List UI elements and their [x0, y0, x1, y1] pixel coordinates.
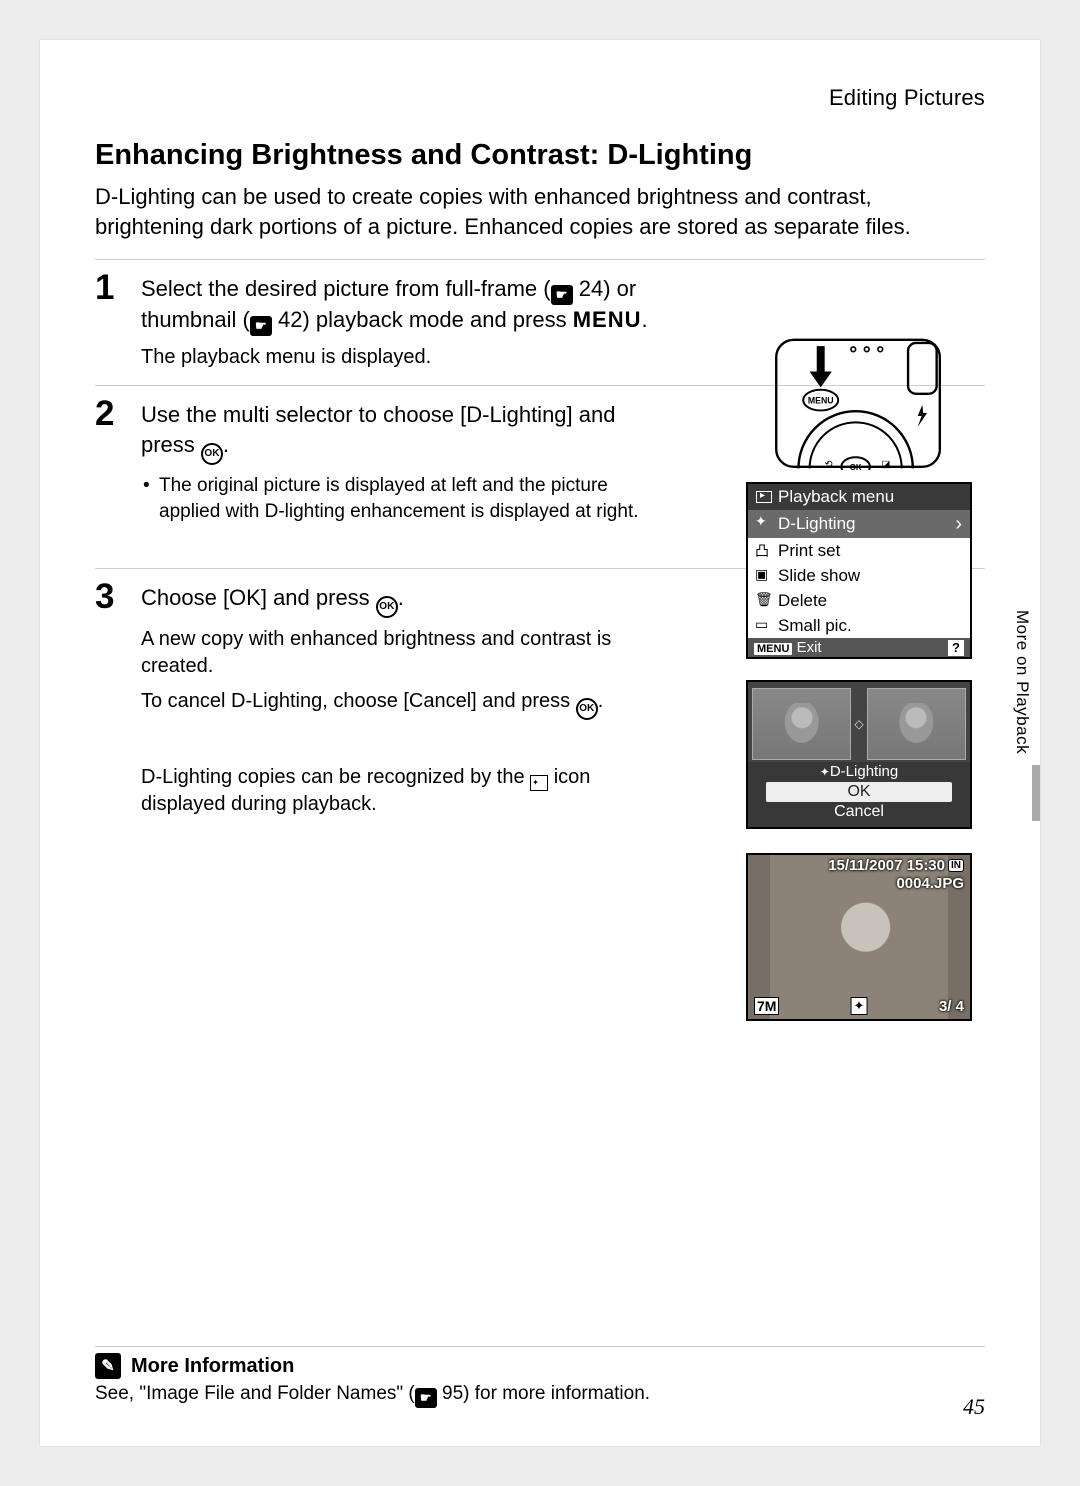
menu-item-icon: ▭	[755, 616, 768, 633]
more-information-section: ✎ More Information See, "Image File and …	[95, 1346, 985, 1408]
exit-label: Exit	[797, 639, 822, 656]
preview-label: ✦D-Lighting	[748, 762, 970, 782]
step-body: Choose [OK] and press . A new copy with …	[141, 579, 651, 826]
ref-number: 24	[579, 276, 603, 301]
text: Select the desired picture from full-fra…	[141, 276, 551, 301]
playback-menu-screenshot: Playback menu ✦ D-Lighting › 凸 Print set ▣ Sli…	[746, 482, 972, 659]
chevron-right-icon: ›	[955, 513, 962, 536]
preview-ok-option: OK	[766, 782, 952, 802]
enhanced-thumb	[867, 688, 966, 760]
menu-item-label: Slide show	[778, 566, 860, 586]
info-icon: ✎	[95, 1353, 121, 1379]
playback-date: 15/11/2007 15:30IN	[828, 857, 964, 874]
ok-button-icon	[376, 596, 398, 618]
step-body: Use the multi selector to choose [D-Ligh…	[141, 396, 651, 531]
menu-item-label: D-Lighting	[778, 514, 856, 534]
dlighting-badge: ✦	[851, 997, 868, 1015]
ok-button-icon	[576, 698, 598, 720]
text: See, "Image File and Folder Names" (	[95, 1383, 415, 1404]
text: To cancel D-Lighting, choose [Cancel] an…	[141, 690, 576, 712]
ok-button-icon	[201, 443, 223, 465]
menu-item-label: Small pic.	[778, 616, 852, 636]
menu-item-icon: ✦	[755, 513, 767, 530]
svg-text:◪: ◪	[881, 459, 890, 470]
svg-text:OK: OK	[850, 463, 862, 470]
text: .	[642, 307, 648, 332]
section-header: Editing Pictures	[95, 85, 985, 111]
arrow-icon: ◇	[854, 717, 863, 731]
manual-page: Editing Pictures Enhancing Brightness an…	[40, 40, 1040, 1446]
step-heading: Choose [OK] and press .	[141, 583, 651, 618]
image-size-badge: 7M	[754, 997, 779, 1015]
in-badge: IN	[948, 859, 964, 872]
menu-exit-bar: MENU Exit ?	[748, 638, 970, 657]
ref-icon: ☛	[415, 1388, 437, 1408]
more-info-title: More Information	[131, 1355, 294, 1378]
menu-button-label: MENU	[573, 307, 642, 332]
step-number: 3	[95, 579, 123, 614]
step3-screenshots: ◇ ✦D-Lighting OK Cancel 15/11/2007 15:30…	[746, 680, 972, 1021]
dlighting-copy-icon: ✦	[530, 775, 548, 791]
menu-item-label: Delete	[778, 591, 827, 611]
menu-item: ▭ Small pic.	[748, 613, 970, 638]
menu-item: ✦ D-Lighting ›	[748, 510, 970, 538]
preview-label-text: D-Lighting	[830, 763, 898, 780]
page-number: 45	[963, 1394, 985, 1420]
ref-number: 42	[278, 307, 302, 332]
step-heading: Use the multi selector to choose [D-Ligh…	[141, 400, 651, 465]
text: Choose [OK] and press	[141, 585, 376, 610]
menu-tag: MENU	[754, 643, 792, 655]
playback-icon	[756, 491, 772, 503]
playback-result-screen: 15/11/2007 15:30IN 0004.JPG 7M ✦ 3/ 4	[746, 853, 972, 1021]
image-counter: 3/ 4	[939, 998, 964, 1015]
step-heading: Select the desired picture from full-fra…	[141, 274, 651, 336]
menu-screen: Playback menu ✦ D-Lighting › 凸 Print set ▣ Sli…	[746, 482, 972, 659]
playback-filename: 0004.JPG	[896, 875, 964, 892]
page-title: Enhancing Brightness and Contrast: D-Lig…	[95, 139, 985, 172]
ref-number: 95	[442, 1383, 463, 1404]
menu-item-icon: 🗑	[755, 591, 773, 608]
text: ) playback mode and press	[302, 307, 572, 332]
step-description: D-Lighting copies can be recognized by t…	[141, 764, 651, 818]
step-body: Select the desired picture from full-fra…	[141, 270, 651, 379]
bullet-text: The original picture is displayed at lef…	[141, 473, 651, 524]
more-info-body: See, "Image File and Folder Names" (☛ 95…	[95, 1383, 985, 1408]
menu-item: 凸 Print set	[748, 538, 970, 563]
preview-images: ◇	[748, 682, 970, 762]
ref-icon: ☛	[250, 316, 272, 336]
menu-item-icon: 凸	[755, 541, 769, 561]
more-info-heading: ✎ More Information	[95, 1346, 985, 1379]
menu-title-bar: Playback menu	[748, 484, 970, 510]
svg-text:⟲: ⟲	[825, 459, 834, 470]
preview-cancel-option: Cancel	[748, 802, 970, 827]
text: D-Lighting copies can be recognized by t…	[141, 766, 530, 788]
menu-item: 🗑 Delete	[748, 588, 970, 613]
step-description: The playback menu is displayed.	[141, 344, 651, 371]
help-icon: ?	[948, 640, 964, 656]
step-number: 2	[95, 396, 123, 431]
menu-title-text: Playback menu	[778, 487, 894, 507]
step-description: A new copy with enhanced brightness and …	[141, 626, 651, 680]
step-number: 1	[95, 270, 123, 305]
intro-paragraph: D-Lighting can be used to create copies …	[95, 182, 985, 243]
ref-icon: ☛	[551, 285, 573, 305]
menu-item-icon: ▣	[755, 566, 768, 583]
menu-item-label: Print set	[778, 541, 840, 561]
side-tab-label: More on Playback	[1012, 610, 1032, 754]
step-description: To cancel D-Lighting, choose [Cancel] an…	[141, 688, 651, 720]
original-thumb	[752, 688, 851, 760]
side-tab-marker	[1032, 765, 1040, 821]
camera-diagram: MENU OK ⟲ ◪	[752, 335, 972, 470]
text: ) for more information.	[463, 1383, 650, 1404]
svg-text:MENU: MENU	[808, 395, 834, 405]
dlighting-preview-screen: ◇ ✦D-Lighting OK Cancel	[746, 680, 972, 829]
menu-item: ▣ Slide show	[748, 563, 970, 588]
divider	[95, 259, 985, 260]
